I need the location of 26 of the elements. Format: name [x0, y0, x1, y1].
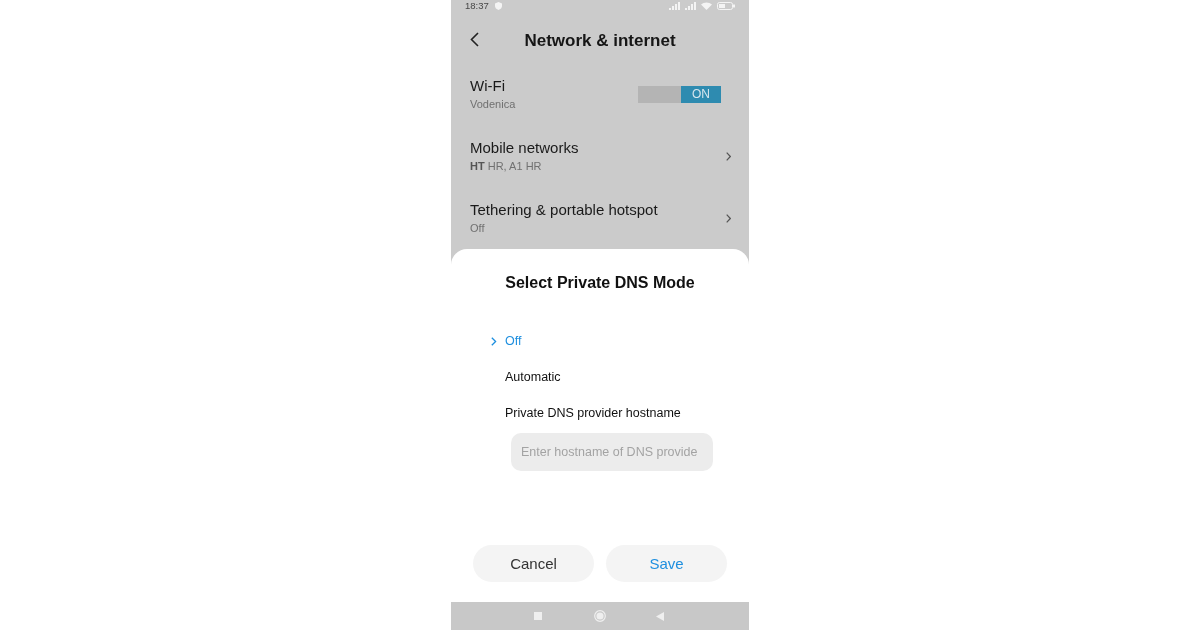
chevron-right-icon	[726, 213, 731, 223]
wifi-icon	[701, 2, 712, 10]
setting-subtitle: Vodenica	[470, 97, 516, 111]
dns-mode-option[interactable]: Automatic	[491, 359, 561, 395]
setting-subtitle: HT HR, A1 HR	[470, 159, 542, 173]
chevron-right-icon	[491, 336, 497, 346]
status-time: 18:37	[465, 1, 489, 11]
dialog-title: Select Private DNS Mode	[505, 273, 695, 293]
dns-mode-option[interactable]: Off	[491, 323, 522, 359]
chevron-left-icon[interactable]	[470, 31, 479, 47]
battery-icon	[717, 2, 735, 10]
circle-icon[interactable]	[594, 610, 606, 622]
setting-subtitle: Off	[470, 221, 485, 235]
screen-title: Network & internet	[524, 31, 676, 51]
setting-title: Wi-Fi	[470, 77, 505, 95]
triangle-icon[interactable]	[656, 611, 664, 621]
dialog-button[interactable]: Cancel	[473, 545, 594, 582]
dns-mode-option[interactable]: Private DNS provider hostname	[491, 395, 681, 431]
chevron-right-icon	[726, 151, 731, 161]
setting-title: Tethering & portable hotspot	[470, 201, 658, 219]
signal-icon	[685, 2, 696, 10]
square-icon[interactable]	[534, 612, 542, 620]
signal-icon	[669, 2, 680, 10]
setting-title: Mobile networks	[470, 139, 579, 157]
hostname-field[interactable]: Enter hostname of DNS provide	[511, 433, 713, 471]
shield-icon	[494, 2, 502, 10]
